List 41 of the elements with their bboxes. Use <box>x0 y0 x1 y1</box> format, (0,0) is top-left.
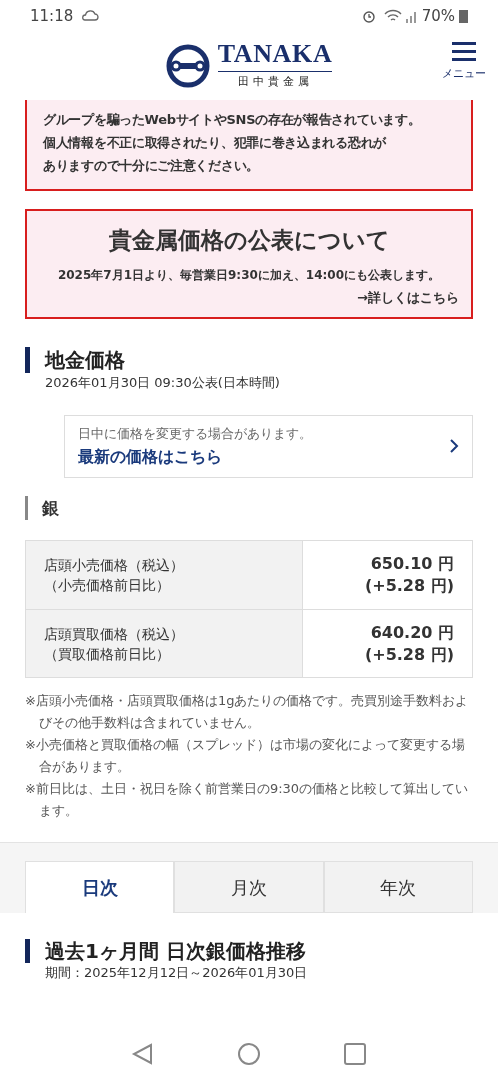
period-text: 期間：2025年12月12日～2026年01月30日 <box>45 964 309 982</box>
wifi-icon <box>383 9 402 23</box>
chart-section-title: 過去1ヶ月間 日次銀価格推移 <box>45 939 306 963</box>
signal-icon <box>405 9 418 23</box>
warning-text: グループを騙ったWebサイトやSNSの存在が報告されています。 <box>43 111 422 129</box>
warning-text: ありますので十分にご注意ください。 <box>43 157 260 175</box>
battery-icon <box>459 9 468 23</box>
menu-icon <box>452 42 476 62</box>
home-icon[interactable] <box>237 1042 261 1066</box>
table-header-cell: 店頭小売価格（税込） （小売価格前日比） <box>26 541 303 609</box>
table-cell-text: 650.10 円 (+5.28 円) <box>363 553 455 597</box>
menu-button[interactable]: メニュー <box>442 42 486 83</box>
tab[interactable]: 日次 <box>25 861 175 913</box>
logo-text: TANAKA <box>217 41 333 73</box>
tab[interactable]: 年次 <box>323 861 473 913</box>
chevron-right-icon <box>449 438 459 455</box>
footnote: ※前日比は、土日・祝日を除く前営業日の9:30の価格と比較して算出しています。 <box>25 780 470 820</box>
latest-price-card[interactable]: 日中に価格を変更する場合があります。 最新の価格はこちら <box>64 414 473 478</box>
notice-text: 2025年7月1日より、毎営業日9:30に加え、14:00にも公表します。 <box>57 266 441 284</box>
footnote: ※店頭小売価格・店頭買取価格は1gあたりの価格です。売買別途手数料およびその他手数料は含まれていません。 <box>25 692 470 732</box>
warning-text: 個人情報を不正に取得されたり、犯罪に巻き込まれる恐れが <box>43 134 388 152</box>
notice-title: 貴金属価格の公表について <box>108 226 390 255</box>
metal-title: 銀 <box>42 497 59 520</box>
section-title: 地金価格 <box>45 347 125 373</box>
tab[interactable]: 月次 <box>174 861 324 913</box>
alarm-icon <box>361 9 376 23</box>
accent-bar <box>25 939 30 963</box>
battery-percent: 70% <box>421 5 455 27</box>
back-icon[interactable] <box>131 1042 155 1066</box>
logo-icon <box>165 44 210 88</box>
publish-date: 2026年01月30日 09:30公表(日本時間) <box>45 374 281 392</box>
accent-bar <box>25 347 30 373</box>
table-cell-text: 640.20 円 (+5.28 円) <box>363 621 455 666</box>
logo-subtext: 田中貴金属 <box>237 74 313 91</box>
recents-icon[interactable] <box>343 1042 367 1066</box>
status-time: 11:18 <box>30 5 74 27</box>
table-header-cell: 店頭買取価格（税込） （買取価格前日比） <box>26 610 303 677</box>
footnote: ※小売価格と買取価格の幅（スプレッド）は市場の変化によって変更する場合があります。 <box>25 736 466 776</box>
cloud-icon <box>81 10 100 22</box>
accent-bar <box>25 496 28 520</box>
details-link[interactable]: →詳しくはこちら <box>357 287 459 307</box>
